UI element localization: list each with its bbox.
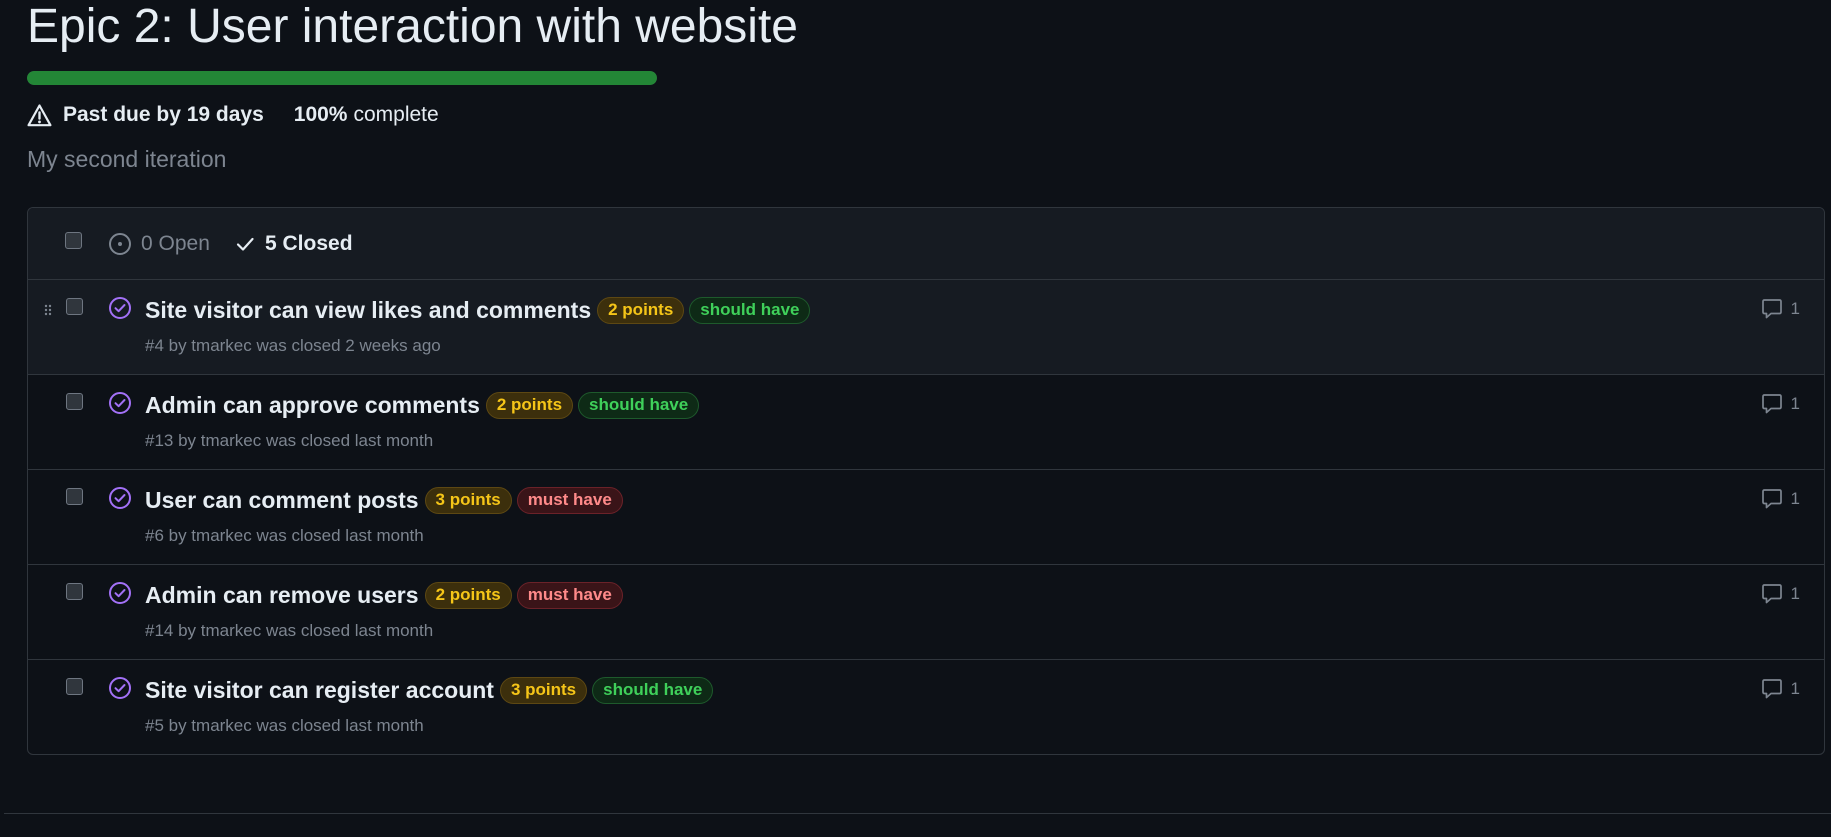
issue-checkbox[interactable] — [66, 393, 83, 410]
issue-open-icon — [109, 233, 131, 255]
comments-link[interactable]: 1 — [1760, 583, 1800, 605]
issue-checkbox[interactable] — [66, 583, 83, 600]
issue-row[interactable]: User can comment posts 3 points must have #… — [28, 470, 1824, 565]
divider — [4, 813, 1831, 814]
comments-link[interactable]: 1 — [1760, 488, 1800, 510]
alert-icon — [27, 103, 52, 128]
issue-closed-icon — [109, 677, 131, 699]
label-should-have[interactable]: should have — [689, 296, 811, 324]
issue-checkbox[interactable] — [66, 678, 83, 695]
issue-row[interactable]: Site visitor can view likes and comments… — [28, 280, 1824, 375]
issue-checkbox[interactable] — [66, 298, 83, 315]
label-2-points[interactable]: 2 points — [485, 391, 574, 419]
comment-count: 1 — [1790, 394, 1800, 413]
comments-link[interactable]: 1 — [1760, 678, 1800, 700]
milestone-description: My second iteration — [27, 146, 227, 172]
comments-link[interactable]: 1 — [1760, 393, 1800, 415]
issue-title-line: Site visitor can view likes and comments… — [145, 294, 815, 326]
issues-list: 0 Open 5 Closed Site visitor can view li… — [27, 207, 1825, 755]
comment-icon — [1761, 299, 1782, 319]
issue-title-line: Site visitor can register account 3 point… — [145, 674, 718, 706]
milestone-page: Epic 2: User interaction with website Pa… — [0, 0, 1831, 837]
comment-count: 1 — [1790, 584, 1800, 603]
label-3-points[interactable]: 3 points — [499, 676, 588, 704]
comment-icon — [1761, 394, 1782, 414]
comments-link[interactable]: 1 — [1760, 298, 1800, 320]
past-due-text: Past due by 19 days — [63, 103, 264, 126]
issue-meta: #6 by tmarkec was closed last month — [145, 526, 424, 545]
comment-count: 1 — [1790, 489, 1800, 508]
issue-title-link[interactable]: Site visitor can register account — [145, 677, 494, 704]
comment-icon — [1761, 584, 1782, 604]
issue-row[interactable]: Site visitor can register account 3 point… — [28, 660, 1824, 754]
issue-title-link[interactable]: Admin can remove users — [145, 582, 419, 609]
issue-meta: #4 by tmarkec was closed 2 weeks ago — [145, 336, 441, 355]
label-2-points[interactable]: 2 points — [424, 581, 512, 609]
milestone-progress-fill — [27, 71, 657, 85]
milestone-meta: Past due by 19 days 100% complete — [27, 101, 439, 129]
check-icon — [236, 237, 254, 251]
issue-title-link[interactable]: Site visitor can view likes and comments — [145, 297, 591, 324]
label-must-have[interactable]: must have — [516, 581, 623, 609]
label-should-have[interactable]: should have — [578, 391, 700, 419]
issue-meta: #14 by tmarkec was closed last month — [145, 621, 434, 640]
issue-title-link[interactable]: User can comment posts — [145, 487, 419, 514]
issue-closed-icon — [109, 392, 131, 414]
label-2-points[interactable]: 2 points — [597, 296, 685, 324]
milestone-progress-bar — [27, 71, 657, 85]
closed-count-label: 5 Closed — [265, 232, 353, 255]
select-all-checkbox[interactable] — [65, 232, 82, 249]
issue-title-line: User can comment posts 3 points must have — [145, 484, 628, 516]
issue-row[interactable]: Admin can approve comments 2 points should… — [28, 375, 1824, 470]
issue-rows: Site visitor can view likes and comments… — [28, 280, 1824, 754]
issue-closed-icon — [109, 487, 131, 509]
comment-icon — [1761, 489, 1782, 509]
comment-count: 1 — [1790, 299, 1800, 318]
issue-checkbox[interactable] — [66, 488, 83, 505]
issue-row[interactable]: Admin can remove users 2 points must have #… — [28, 565, 1824, 660]
issue-meta: #13 by tmarkec was closed last month — [145, 431, 434, 450]
label-must-have[interactable]: must have — [516, 486, 623, 514]
issue-closed-icon — [109, 582, 131, 604]
label-should-have[interactable]: should have — [592, 676, 714, 704]
issues-list-header: 0 Open 5 Closed — [28, 208, 1824, 280]
issue-title-line: Admin can approve comments 2 points should… — [145, 389, 704, 421]
label-3-points[interactable]: 3 points — [424, 486, 512, 514]
tab-open-issues[interactable]: 0 Open — [108, 229, 210, 259]
issue-closed-icon — [109, 297, 131, 319]
issue-title-line: Admin can remove users 2 points must have — [145, 579, 628, 611]
complete-label: complete — [353, 103, 439, 126]
open-count-label: 0 Open — [141, 232, 210, 255]
percent-complete: 100% — [293, 103, 348, 126]
issue-meta: #5 by tmarkec was closed last month — [145, 716, 424, 735]
drag-handle-icon[interactable] — [43, 303, 53, 317]
comment-count: 1 — [1790, 679, 1800, 698]
tab-closed-issues[interactable]: 5 Closed — [234, 229, 353, 259]
milestone-title: Epic 2: User interaction with website — [27, 0, 798, 53]
issue-title-link[interactable]: Admin can approve comments — [145, 392, 480, 419]
comment-icon — [1761, 679, 1782, 699]
